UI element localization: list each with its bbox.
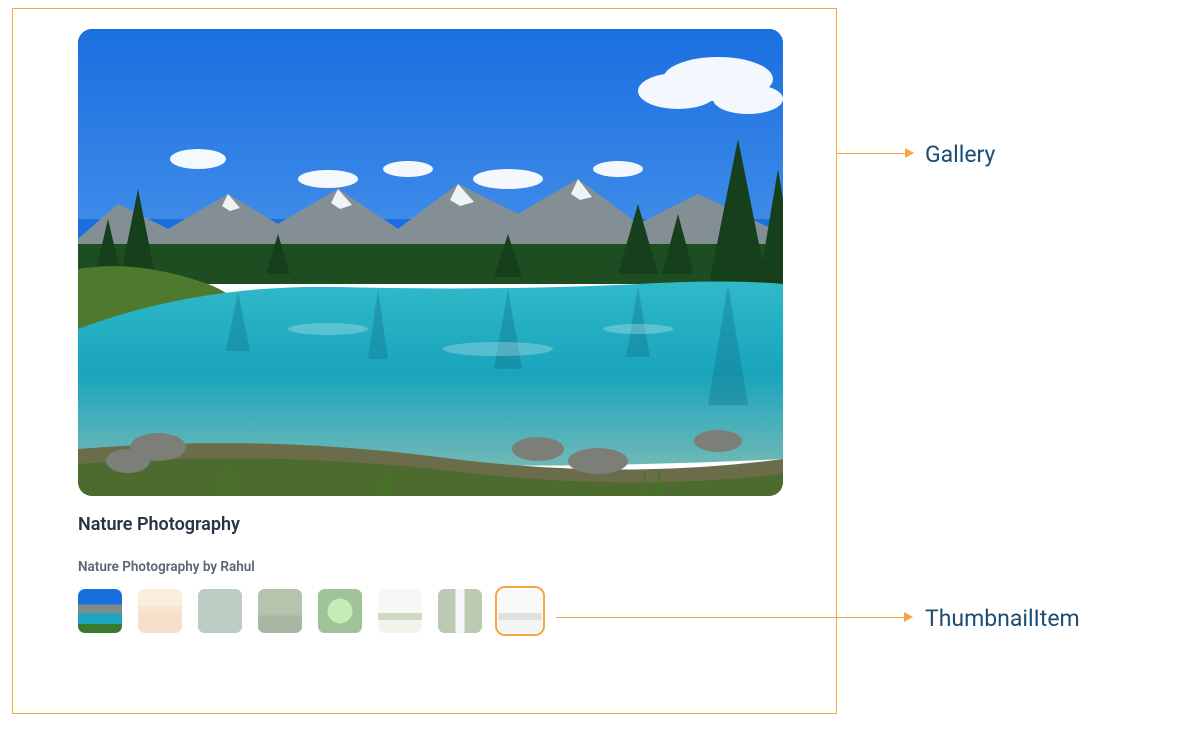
annotation-connector: [556, 617, 908, 618]
annotation-label-gallery: Gallery: [925, 141, 995, 168]
thumbnail-item-foggy-tree[interactable]: [498, 589, 542, 633]
thumbnail-item-coastal-arch[interactable]: [198, 589, 242, 633]
annotation-connector: [837, 153, 909, 154]
thumbnail-item-lone-tree[interactable]: [378, 589, 422, 633]
thumbnail-strip: [78, 589, 783, 633]
gallery-title: Nature Photography: [78, 514, 783, 535]
arrow-right-icon: [904, 612, 913, 622]
arrow-right-icon: [905, 148, 914, 158]
thumbnail-item-mountain-lake[interactable]: [78, 589, 122, 633]
thumbnail-item-fern-spiral[interactable]: [318, 589, 362, 633]
annotation-label-thumbnail: ThumbnailItem: [925, 605, 1080, 632]
gallery-subtitle: Nature Photography by Rahul: [78, 559, 783, 575]
thumbnail-item-forest-hills[interactable]: [258, 589, 302, 633]
thumbnail-item-waterfall[interactable]: [438, 589, 482, 633]
landscape-illustration: [78, 29, 783, 496]
gallery: Nature Photography Nature Photography by…: [78, 29, 783, 633]
gallery-main-image[interactable]: [78, 29, 783, 496]
thumbnail-item-sunset-reflection[interactable]: [138, 589, 182, 633]
